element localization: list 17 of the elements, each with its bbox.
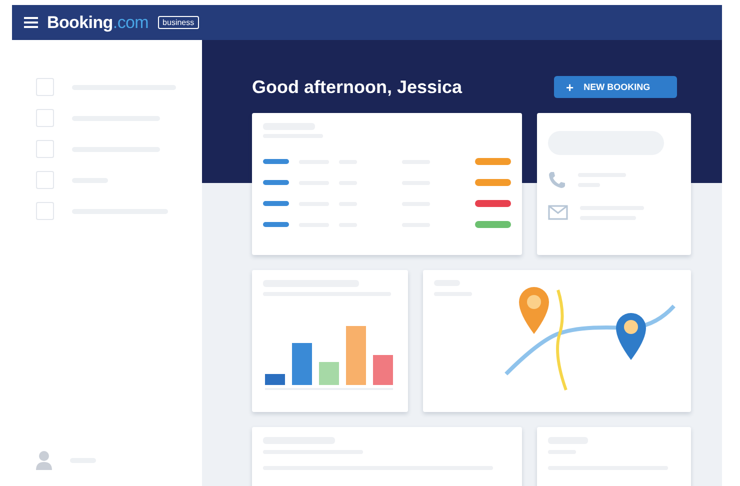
- booking-tag: [263, 222, 289, 227]
- menu-item-icon[interactable]: [36, 171, 54, 189]
- business-badge: business: [158, 16, 200, 29]
- new-booking-button[interactable]: + NEW BOOKING: [554, 76, 677, 98]
- menu-item-icon[interactable]: [36, 109, 54, 127]
- greeting-title: Good afternoon, Jessica: [252, 76, 462, 98]
- mail-icon: [548, 205, 568, 220]
- menu-item-icon[interactable]: [36, 78, 54, 96]
- menu-item-icon[interactable]: [36, 140, 54, 158]
- booking-tag: [263, 159, 289, 164]
- user-icon[interactable]: [36, 450, 52, 470]
- brand-logo: Booking.com: [47, 12, 149, 32]
- booking-tag: [263, 201, 289, 206]
- menu-item-icon[interactable]: [36, 202, 54, 220]
- menu-icon[interactable]: [24, 17, 38, 28]
- phone-icon: [548, 171, 566, 189]
- booking-tag: [263, 180, 289, 185]
